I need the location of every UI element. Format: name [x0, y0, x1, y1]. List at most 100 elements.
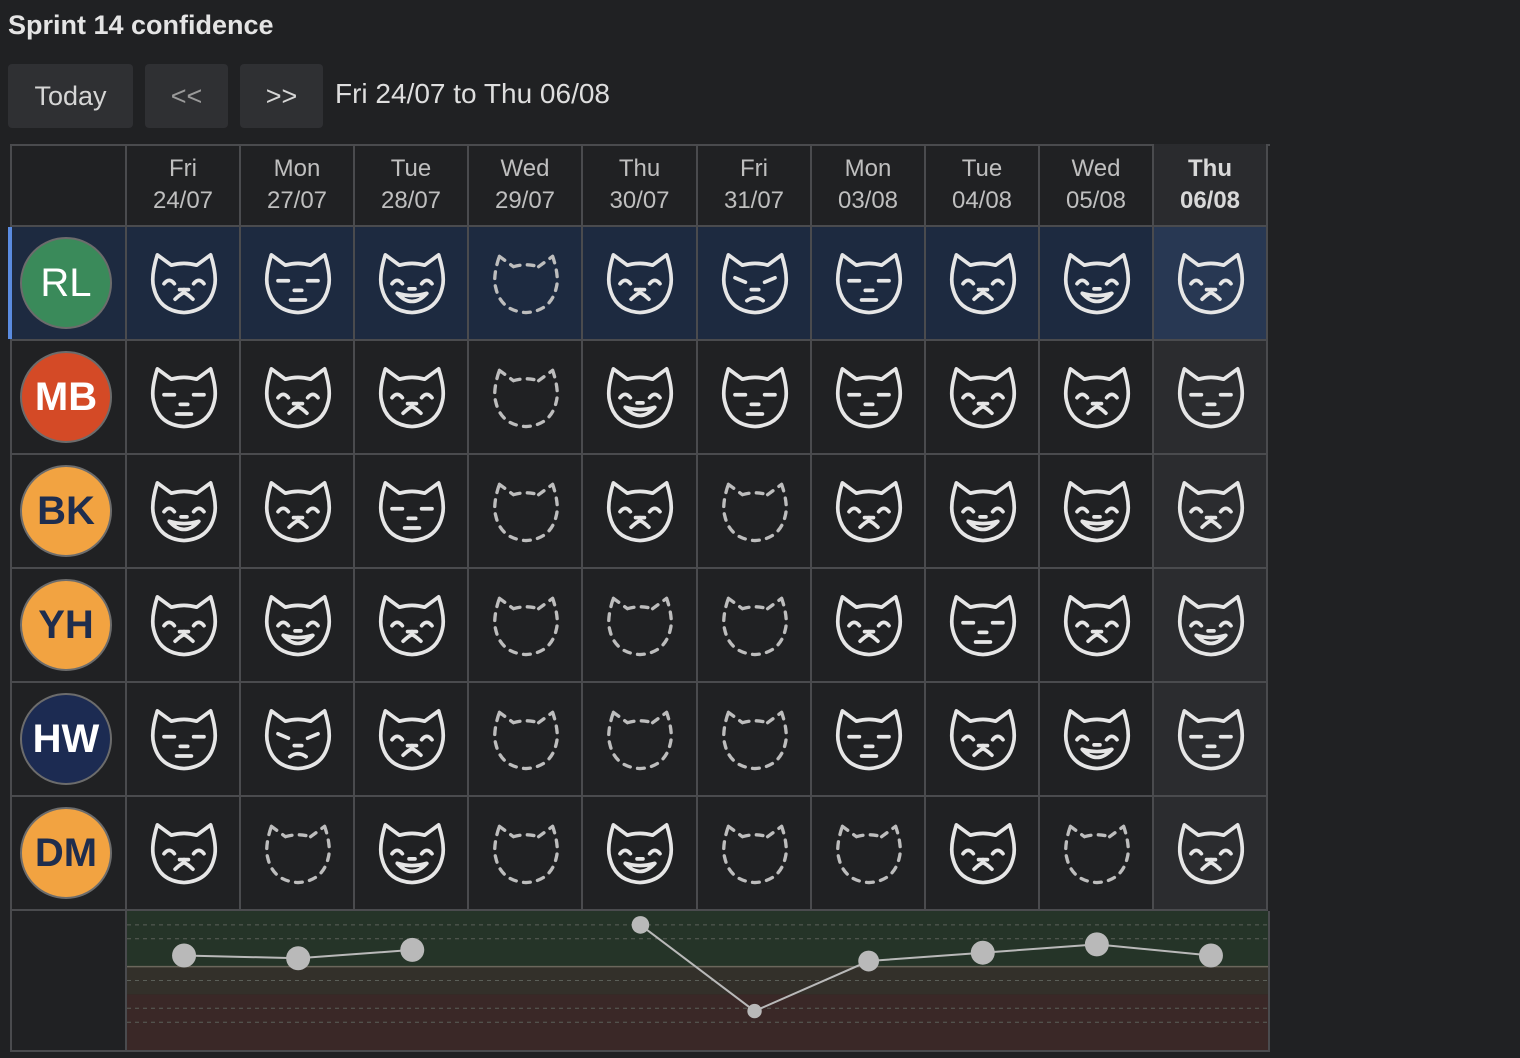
mood-cell[interactable]	[355, 683, 469, 797]
mood-cell[interactable]	[355, 569, 469, 683]
data-point[interactable]	[400, 937, 425, 962]
avatar[interactable]: BK	[20, 465, 112, 557]
mood-cell[interactable]	[1154, 341, 1268, 455]
mood-cell[interactable]	[469, 683, 583, 797]
mood-cell[interactable]	[698, 227, 812, 341]
mood-cell[interactable]	[127, 227, 241, 341]
avatar[interactable]: DM	[20, 807, 112, 899]
data-point[interactable]	[970, 940, 995, 965]
column-header[interactable]: Mon 27/07	[241, 144, 355, 227]
mood-cell[interactable]	[812, 341, 926, 455]
mood-cell[interactable]	[926, 797, 1040, 911]
mood-cell[interactable]	[1040, 683, 1154, 797]
column-header[interactable]: Wed 29/07	[469, 144, 583, 227]
mood-cell[interactable]	[583, 797, 698, 911]
cat-smile-icon	[1174, 471, 1248, 545]
column-header[interactable]: Thu 30/07	[583, 144, 698, 227]
mood-cell[interactable]	[926, 341, 1040, 455]
mood-cell[interactable]	[698, 569, 812, 683]
column-header[interactable]: Wed 05/08	[1040, 144, 1154, 227]
today-button[interactable]: Today	[8, 64, 133, 128]
mood-cell[interactable]	[355, 227, 469, 341]
mood-cell[interactable]	[583, 227, 698, 341]
previous-button[interactable]: <<	[145, 64, 228, 128]
column-header[interactable]: Fri 31/07	[698, 144, 812, 227]
mood-cell[interactable]	[698, 455, 812, 569]
mood-cell[interactable]	[241, 227, 355, 341]
column-date: 30/07	[609, 186, 670, 214]
mood-cell[interactable]	[355, 797, 469, 911]
mood-cell[interactable]	[698, 341, 812, 455]
mood-cell[interactable]	[926, 227, 1040, 341]
mood-cell[interactable]	[812, 797, 926, 911]
member-cell[interactable]: BK	[10, 455, 127, 569]
mood-cell[interactable]	[1040, 455, 1154, 569]
mood-cell[interactable]	[1154, 227, 1268, 341]
data-point[interactable]	[286, 946, 311, 971]
mood-cell[interactable]	[241, 797, 355, 911]
member-cell[interactable]: HW	[10, 683, 127, 797]
mood-cell[interactable]	[127, 797, 241, 911]
mood-cell[interactable]	[127, 455, 241, 569]
member-cell[interactable]: MB	[10, 341, 127, 455]
member-cell[interactable]: DM	[10, 797, 127, 911]
mood-cell[interactable]	[812, 683, 926, 797]
mood-cell[interactable]	[583, 341, 698, 455]
mood-cell[interactable]	[241, 341, 355, 455]
mood-cell[interactable]	[469, 227, 583, 341]
mood-cell[interactable]	[812, 227, 926, 341]
mood-cell[interactable]	[241, 683, 355, 797]
mood-cell[interactable]	[1040, 797, 1154, 911]
mood-cell[interactable]	[127, 569, 241, 683]
mood-cell[interactable]	[355, 455, 469, 569]
mood-cell[interactable]	[583, 569, 698, 683]
mood-cell[interactable]	[1154, 797, 1268, 911]
mood-cell[interactable]	[1040, 341, 1154, 455]
column-day: Tue	[390, 154, 432, 182]
avatar[interactable]: YH	[20, 579, 112, 671]
mood-cell[interactable]	[1154, 569, 1268, 683]
mood-cell[interactable]	[1154, 683, 1268, 797]
column-header[interactable]: Thu 06/08	[1154, 144, 1268, 227]
data-point[interactable]	[1084, 932, 1109, 957]
member-cell[interactable]: YH	[10, 569, 127, 683]
data-point[interactable]	[858, 950, 880, 972]
mood-cell[interactable]	[1040, 569, 1154, 683]
mood-cell[interactable]	[469, 569, 583, 683]
mood-cell[interactable]	[241, 569, 355, 683]
confidence-chart	[127, 911, 1268, 1050]
data-point[interactable]	[172, 943, 197, 968]
mood-cell[interactable]	[698, 683, 812, 797]
mood-cell[interactable]	[1154, 455, 1268, 569]
mood-cell[interactable]	[469, 455, 583, 569]
next-button[interactable]: >>	[240, 64, 323, 128]
mood-cell[interactable]	[127, 683, 241, 797]
mood-cell[interactable]	[1040, 227, 1154, 341]
cat-grin-icon	[603, 357, 677, 431]
cat-smile-icon	[1060, 585, 1134, 659]
mood-cell[interactable]	[127, 341, 241, 455]
mood-cell[interactable]	[583, 683, 698, 797]
mood-cell[interactable]	[355, 341, 469, 455]
mood-cell[interactable]	[469, 341, 583, 455]
column-header[interactable]: Mon 03/08	[812, 144, 926, 227]
mood-cell[interactable]	[926, 683, 1040, 797]
mood-cell[interactable]	[812, 455, 926, 569]
member-cell[interactable]: RL	[8, 227, 127, 341]
avatar[interactable]: MB	[20, 351, 112, 443]
data-point[interactable]	[631, 916, 650, 934]
data-point[interactable]	[1198, 943, 1223, 968]
avatar[interactable]: HW	[20, 693, 112, 785]
column-header[interactable]: Tue 28/07	[355, 144, 469, 227]
mood-cell[interactable]	[241, 455, 355, 569]
data-point[interactable]	[747, 1003, 762, 1019]
mood-cell[interactable]	[812, 569, 926, 683]
mood-cell[interactable]	[926, 455, 1040, 569]
mood-cell[interactable]	[926, 569, 1040, 683]
mood-cell[interactable]	[583, 455, 698, 569]
avatar[interactable]: RL	[20, 237, 112, 329]
mood-cell[interactable]	[469, 797, 583, 911]
column-header[interactable]: Fri 24/07	[127, 144, 241, 227]
column-header[interactable]: Tue 04/08	[926, 144, 1040, 227]
mood-cell[interactable]	[698, 797, 812, 911]
